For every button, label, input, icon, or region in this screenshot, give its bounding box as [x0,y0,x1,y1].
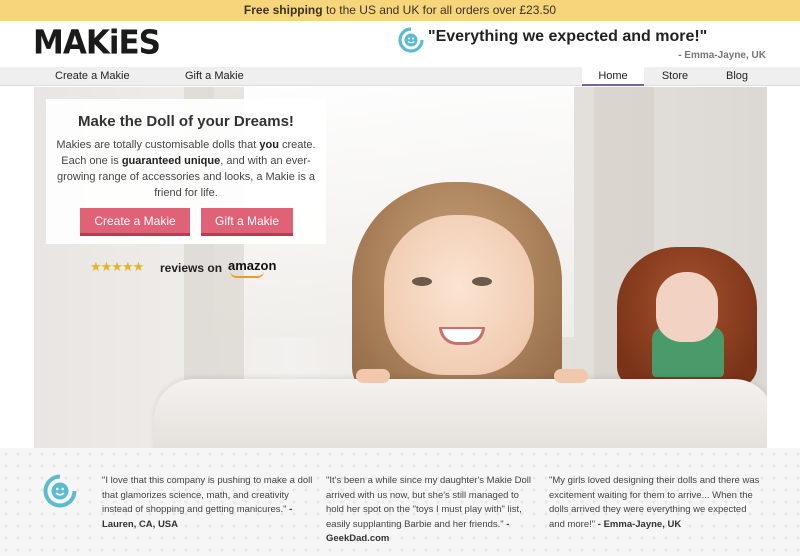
girl-hand [554,369,588,383]
main-nav: Create a Makie Gift a Makie Home Store B… [0,67,800,86]
testimonial-author: - Emma-Jayne, UK [597,518,682,530]
hero-cta-row: Create a Makie Gift a Makie [46,208,326,236]
site-header: MAKiES "Everything we expected and more!… [0,21,800,67]
header-testimonial: "Everything we expected and more!" - Emm… [398,25,770,65]
promo-bold: Free shipping [243,3,323,17]
testimonial-item: "My girls loved designing their dolls an… [549,474,763,532]
nav-home[interactable]: Home [582,67,644,86]
shipping-promo-banner: Free shipping to the US and UK for all o… [0,0,800,21]
hero-info-box: Make the Doll of your Dreams! Makies are… [46,99,326,244]
makies-logo[interactable]: MAKiES [33,26,161,60]
create-makie-button[interactable]: Create a Makie [80,208,190,236]
smile-icon [398,27,424,53]
header-quote-author: - Emma-Jayne, UK [678,50,766,61]
testimonial-item: "I love that this company is pushing to … [102,474,314,532]
nav-blog[interactable]: Blog [706,67,768,86]
nav-gift-makie[interactable]: Gift a Makie [185,67,244,86]
gift-makie-button[interactable]: Gift a Makie [201,208,293,236]
girl-eye [472,277,492,286]
rating-stars: ★★★★★ [90,259,144,274]
sofa-back [154,379,767,448]
testimonials-strip: "I love that this company is pushing to … [0,448,800,556]
nav-create-makie[interactable]: Create a Makie [55,67,130,86]
reviews-label: reviews on [160,261,223,275]
testimonial-text: "It's been a while since my daughter's M… [326,475,532,530]
girl-face [384,215,534,375]
testimonial-item: "It's been a while since my daughter's M… [326,474,538,547]
nav-store[interactable]: Store [644,67,706,86]
amazon-smile-icon [230,271,264,278]
girl-eye [412,277,432,286]
header-quote: "Everything we expected and more!" [428,28,708,45]
nav-right: Home Store Blog [582,67,768,86]
smile-icon [43,474,77,508]
makie-doll-face [656,272,718,342]
girl-hand [356,369,390,383]
hero-title: Make the Doll of your Dreams! [78,113,294,130]
promo-text: to the US and UK for all orders over £23… [322,3,557,17]
hero-description: Makies are totally customisable dolls th… [56,139,316,199]
testimonial-text: "I love that this company is pushing to … [102,475,313,515]
